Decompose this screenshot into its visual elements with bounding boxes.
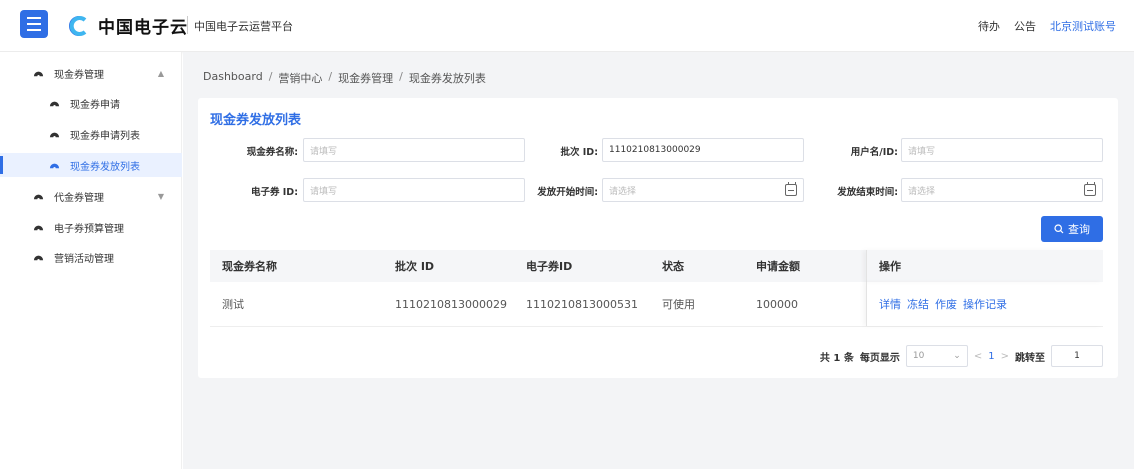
breadcrumb-current: 现金券发放列表 [408, 72, 486, 85]
operation-log-link[interactable]: 操作记录 [963, 296, 1007, 312]
column-header: 电子券ID [526, 260, 573, 273]
batch-id-input[interactable]: 1110210813000029 [602, 138, 804, 162]
sidebar-item-label: 电子券预算管理 [54, 223, 124, 235]
column-header: 申请金额 [756, 260, 800, 273]
column-header: 现金券名称 [222, 260, 277, 273]
user-id-input[interactable]: 请填写 [901, 138, 1103, 162]
header-actions: 待办 公告 北京测试账号 [978, 18, 1116, 34]
sidebar-item-label: 现金券申请 [70, 99, 120, 111]
calendar-icon [1084, 182, 1096, 196]
sidebar-item-marketing[interactable]: 营销活动管理 [0, 245, 182, 269]
page-size-label: 每页显示 [859, 352, 900, 364]
start-time-placeholder: 请选择 [609, 186, 637, 197]
end-time-picker[interactable]: 请选择 [901, 178, 1103, 202]
column-header: 批次 ID [395, 260, 435, 273]
dashboard-icon [48, 97, 60, 109]
coupon-name-label: 现金券名称: [246, 147, 298, 158]
end-time-label: 发放结束时间: [837, 187, 898, 198]
current-page[interactable]: 1 [988, 351, 994, 362]
jump-label: 跳转至 [1015, 352, 1045, 364]
calendar-icon [785, 182, 797, 196]
notice-link[interactable]: 公告 [1014, 18, 1036, 34]
list-card: 现金券发放列表 现金券名称: 请填写 批次 ID: 11102108130000… [198, 98, 1118, 378]
breadcrumb-dashboard[interactable]: Dashboard [203, 70, 263, 86]
dashboard-icon [48, 159, 60, 171]
freeze-link[interactable]: 冻结 [907, 296, 929, 312]
logo-mark-icon [69, 15, 87, 36]
ecoupon-id-input[interactable]: 请填写 [303, 178, 525, 202]
breadcrumb-cash-coupon[interactable]: 现金券管理 [338, 70, 393, 86]
dashboard-icon [32, 221, 44, 233]
sidebar-item-label: 代金券管理 [54, 192, 104, 204]
logo-text: 中国电子云 [98, 18, 188, 38]
search-icon [1054, 224, 1064, 234]
dashboard-icon [32, 251, 44, 263]
table-row: 测试 1110210813000029 1110210813000531 可使用… [210, 282, 1103, 327]
end-time-placeholder: 请选择 [908, 186, 936, 197]
top-bar: 中国电子云 中国电子云运营平台 待办 公告 北京测试账号 [0, 0, 1134, 52]
page-size-value: 10 [912, 351, 925, 361]
chevron-down-icon: ⌄ [953, 351, 961, 361]
detail-link[interactable]: 详情 [879, 296, 901, 312]
todo-link[interactable]: 待办 [978, 18, 1000, 34]
breadcrumb-separator: / [268, 70, 273, 83]
breadcrumb: Dashboard / 营销中心 / 现金券管理 / 现金券发放列表 [203, 70, 486, 86]
cell-batch-id: 1110210813000029 [395, 297, 507, 311]
sidebar-item-cash-coupon-apply[interactable]: 现金券申请 [0, 91, 182, 115]
cell-status: 可使用 [662, 298, 695, 311]
sidebar-item-label: 现金券管理 [54, 69, 104, 81]
page-size-select[interactable]: 10 ⌄ [905, 345, 968, 367]
batch-id-label: 批次 ID: [560, 147, 598, 158]
column-header: 状态 [662, 260, 684, 273]
chevron-down-icon: ▼ [157, 191, 164, 201]
dashboard-icon [32, 190, 44, 202]
account-menu[interactable]: 北京测试账号 [1050, 18, 1116, 34]
void-link[interactable]: 作废 [935, 296, 957, 312]
ecoupon-id-label: 电子券 ID: [250, 187, 298, 198]
platform-title: 中国电子云运营平台 [194, 20, 293, 33]
sidebar-item-ecoupon-budget[interactable]: 电子券预算管理 [0, 215, 182, 239]
pagination: 共 1 条 每页显示 10 ⌄ < 1 > 跳转至 1 [820, 345, 1103, 367]
page-title: 现金券发放列表 [210, 113, 302, 128]
sidebar-item-cash-coupon-issue-list[interactable]: 现金券发放列表 [0, 153, 182, 177]
coupon-name-input[interactable]: 请填写 [303, 138, 525, 162]
cell-name: 测试 [222, 298, 244, 311]
dashboard-icon [32, 67, 44, 79]
sidebar-item-cash-coupon-apply-list[interactable]: 现金券申请列表 [0, 122, 182, 146]
query-button[interactable]: 查询 [1041, 216, 1103, 242]
next-page-button[interactable]: > [1001, 351, 1009, 362]
total-count: 共 1 条 [819, 352, 854, 364]
query-button-label: 查询 [1068, 223, 1090, 236]
dashboard-icon [48, 128, 60, 140]
start-time-label: 发放开始时间: [537, 187, 598, 198]
chevron-up-icon: ▲ [157, 68, 164, 78]
table-header: 现金券名称 批次 ID 电子券ID 状态 申请金额 操作 [210, 250, 1103, 282]
sidebar-item-label: 现金券申请列表 [70, 130, 140, 142]
user-id-label: 用户名/ID: [850, 147, 898, 158]
sidebar: 现金券管理 ▲ 现金券申请 现金券申请列表 现金券发放列表 代金券管理 ▼ 电子… [0, 52, 182, 469]
breadcrumb-separator: / [399, 70, 403, 83]
logo: 中国电子云 [66, 13, 188, 38]
menu-toggle-button[interactable] [20, 10, 48, 38]
active-indicator [0, 156, 3, 174]
cell-actions: 详情 冻结 作废 操作记录 [866, 282, 1103, 326]
sidebar-item-cash-coupon-mgmt[interactable]: 现金券管理 ▲ [0, 61, 182, 85]
prev-page-button[interactable]: < [974, 351, 982, 362]
sidebar-item-label: 营销活动管理 [54, 253, 114, 265]
cell-amount: 100000 [756, 297, 798, 311]
breadcrumb-marketing[interactable]: 营销中心 [278, 70, 322, 86]
start-time-picker[interactable]: 请选择 [602, 178, 804, 202]
main-content: Dashboard / 营销中心 / 现金券管理 / 现金券发放列表 现金券发放… [183, 52, 1134, 469]
header-divider [187, 16, 188, 34]
breadcrumb-separator: / [328, 70, 333, 83]
jump-page-input[interactable]: 1 [1051, 345, 1103, 367]
sidebar-item-label: 现金券发放列表 [70, 161, 140, 173]
cell-ecoupon-id: 1110210813000531 [526, 297, 638, 311]
coupon-table: 现金券名称 批次 ID 电子券ID 状态 申请金额 操作 测试 11102108… [210, 250, 1103, 327]
sidebar-item-voucher-mgmt[interactable]: 代金券管理 ▼ [0, 184, 182, 208]
column-header: 操作 [866, 250, 1103, 282]
